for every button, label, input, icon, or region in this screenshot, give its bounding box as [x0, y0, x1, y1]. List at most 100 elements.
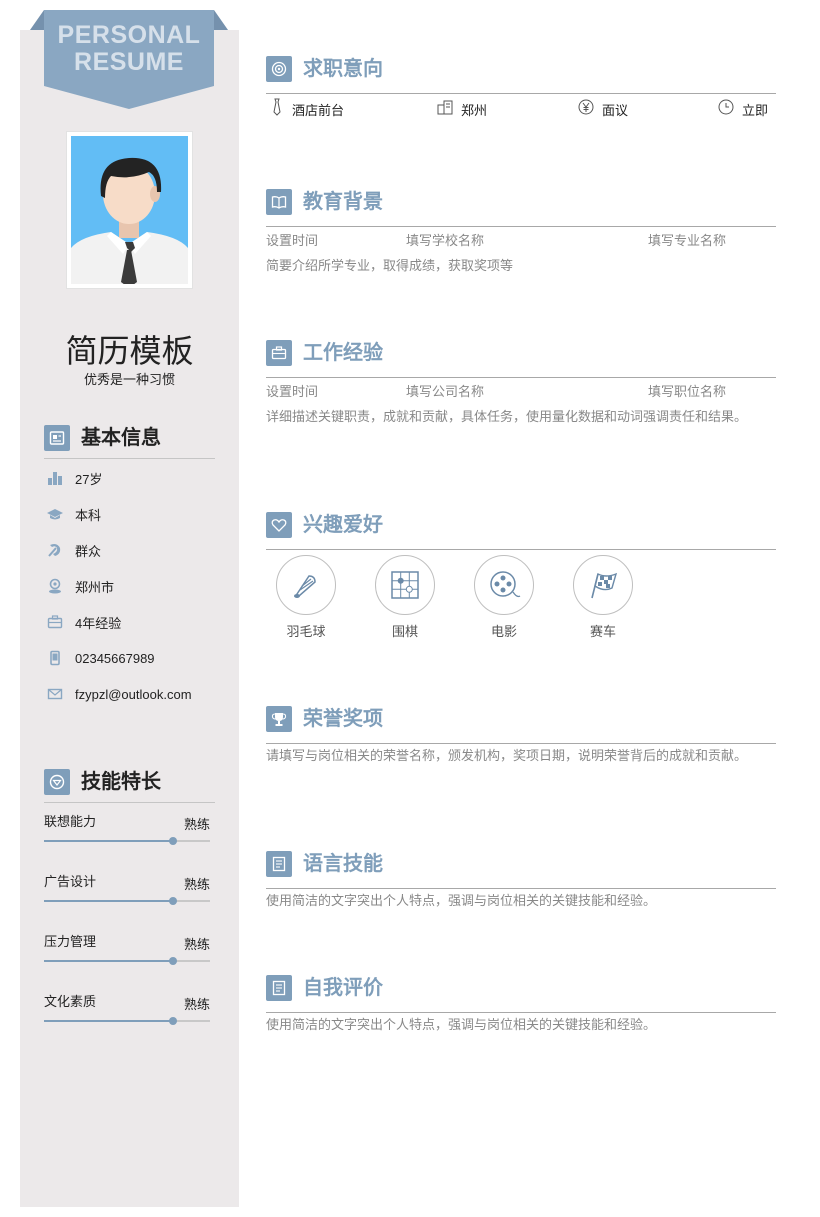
basic-info-title: 基本信息	[81, 427, 161, 449]
clock-icon	[718, 99, 734, 120]
skill-level: 熟练	[183, 817, 210, 832]
language-header: 语言技能	[266, 851, 776, 889]
work-title: 工作经验	[303, 342, 383, 364]
info-experience: 4年经验	[46, 612, 121, 632]
briefcase-icon	[266, 340, 292, 366]
go-board-icon	[375, 555, 435, 615]
phone-icon	[46, 649, 64, 667]
hobby-label: 围棋	[391, 624, 418, 639]
document-icon	[266, 851, 292, 877]
education-header: 教育背景	[266, 189, 776, 227]
badminton-icon	[276, 555, 336, 615]
info-city: 郑州市	[46, 576, 114, 596]
info-text: fzypzl@outlook.com	[75, 686, 192, 702]
hobbies-header: 兴趣爱好	[266, 512, 776, 550]
info-text: 郑州市	[75, 579, 115, 595]
party-emblem-icon	[46, 541, 64, 559]
film-reel-icon	[474, 555, 534, 615]
profile-photo	[66, 131, 193, 289]
mail-icon	[46, 685, 64, 703]
education-major: 填写专业名称	[648, 233, 727, 248]
skill-slider[interactable]	[44, 837, 210, 845]
hobby-item: 电影	[474, 555, 534, 640]
info-age: 27岁	[46, 468, 102, 488]
work-time: 设置时间	[266, 384, 319, 399]
building-icon	[437, 99, 453, 120]
skill-slider-knob[interactable]	[169, 897, 178, 905]
intent-position: 酒店前台	[270, 98, 344, 120]
work-header: 工作经验	[266, 340, 776, 378]
skill-slider-knob[interactable]	[169, 1017, 178, 1025]
banner-title: PERSONAL RESUME	[44, 22, 214, 76]
briefcase-icon	[46, 613, 64, 631]
skills-header: 技能特长	[44, 769, 215, 803]
hobby-item: 赛车	[573, 555, 633, 640]
hobby-item: 围棋	[375, 555, 435, 640]
intent-city: 郑州	[437, 98, 487, 120]
skill-level: 熟练	[183, 937, 210, 952]
skill-item: 文化素质 熟练	[44, 991, 210, 1031]
profile-name: 简历模板	[65, 333, 194, 369]
hobby-item: 羽毛球	[276, 555, 336, 640]
skill-slider-fill	[44, 960, 174, 962]
resume-banner: PERSONAL RESUME	[30, 10, 228, 110]
graduation-cap-icon	[46, 505, 64, 523]
education-title: 教育背景	[303, 191, 383, 213]
info-text: 本科	[75, 507, 102, 523]
work-company: 填写公司名称	[406, 384, 485, 399]
skill-label: 压力管理	[44, 934, 97, 949]
language-description: 使用简洁的文字突出个人特点，强调与岗位相关的关键技能和经验。	[266, 893, 657, 908]
intent-salary-text: 面议	[602, 102, 629, 118]
self-eval-title: 自我评价	[303, 977, 383, 999]
work-role: 填写职位名称	[648, 384, 727, 399]
basic-info-header: 基本信息	[44, 425, 215, 459]
job-intent-title: 求职意向	[303, 58, 383, 80]
info-email: fzypzl@outlook.com	[46, 684, 192, 704]
heart-icon	[266, 512, 292, 538]
trophy-icon	[266, 706, 292, 732]
hobby-label: 电影	[490, 624, 517, 639]
info-text: 4年经验	[75, 615, 122, 631]
racing-flag-icon	[573, 555, 633, 615]
banner-line-2: RESUME	[74, 48, 184, 76]
id-card-icon	[44, 425, 70, 451]
job-intent-header: 求职意向	[266, 56, 776, 94]
info-education: 本科	[46, 504, 101, 524]
intent-availability-text: 立即	[742, 102, 769, 118]
banner-line-1: PERSONAL	[57, 21, 201, 49]
skill-label: 文化素质	[44, 994, 97, 1009]
chart-bar-icon	[46, 469, 64, 487]
target-icon	[266, 56, 292, 82]
hobbies-title: 兴趣爱好	[303, 514, 383, 536]
info-text: 27岁	[75, 471, 103, 487]
skill-label: 联想能力	[44, 814, 97, 829]
intent-availability: 立即	[718, 98, 768, 120]
info-political-status: 群众	[46, 540, 101, 560]
skill-slider-fill	[44, 900, 174, 902]
intent-salary: 面议	[578, 98, 628, 120]
tie-icon	[270, 98, 284, 121]
skill-level: 熟练	[183, 877, 210, 892]
skill-slider[interactable]	[44, 897, 210, 905]
skill-slider[interactable]	[44, 1017, 210, 1025]
skills-title: 技能特长	[81, 771, 161, 793]
language-title: 语言技能	[303, 853, 383, 875]
book-icon	[266, 189, 292, 215]
work-description: 详细描述关键职责，成就和贡献，具体任务，使用量化数据和动词强调责任和结果。	[266, 409, 748, 424]
honors-title: 荣誉奖项	[303, 708, 383, 730]
info-text: 群众	[75, 543, 102, 559]
yuan-coin-icon	[578, 99, 594, 120]
skill-slider-fill	[44, 1020, 174, 1022]
document-icon	[266, 975, 292, 1001]
self-eval-header: 自我评价	[266, 975, 776, 1013]
skill-slider[interactable]	[44, 957, 210, 965]
skill-level: 熟练	[183, 997, 210, 1012]
honors-header: 荣誉奖项	[266, 706, 776, 744]
skill-item: 广告设计 熟练	[44, 871, 210, 911]
skill-slider-knob[interactable]	[169, 837, 178, 845]
intent-position-text: 酒店前台	[292, 102, 345, 118]
self-eval-description: 使用简洁的文字突出个人特点，强调与岗位相关的关键技能和经验。	[266, 1017, 657, 1032]
skill-slider-knob[interactable]	[169, 957, 178, 965]
info-phone: 02345667989	[46, 648, 155, 668]
hobby-label: 羽毛球	[286, 624, 326, 639]
